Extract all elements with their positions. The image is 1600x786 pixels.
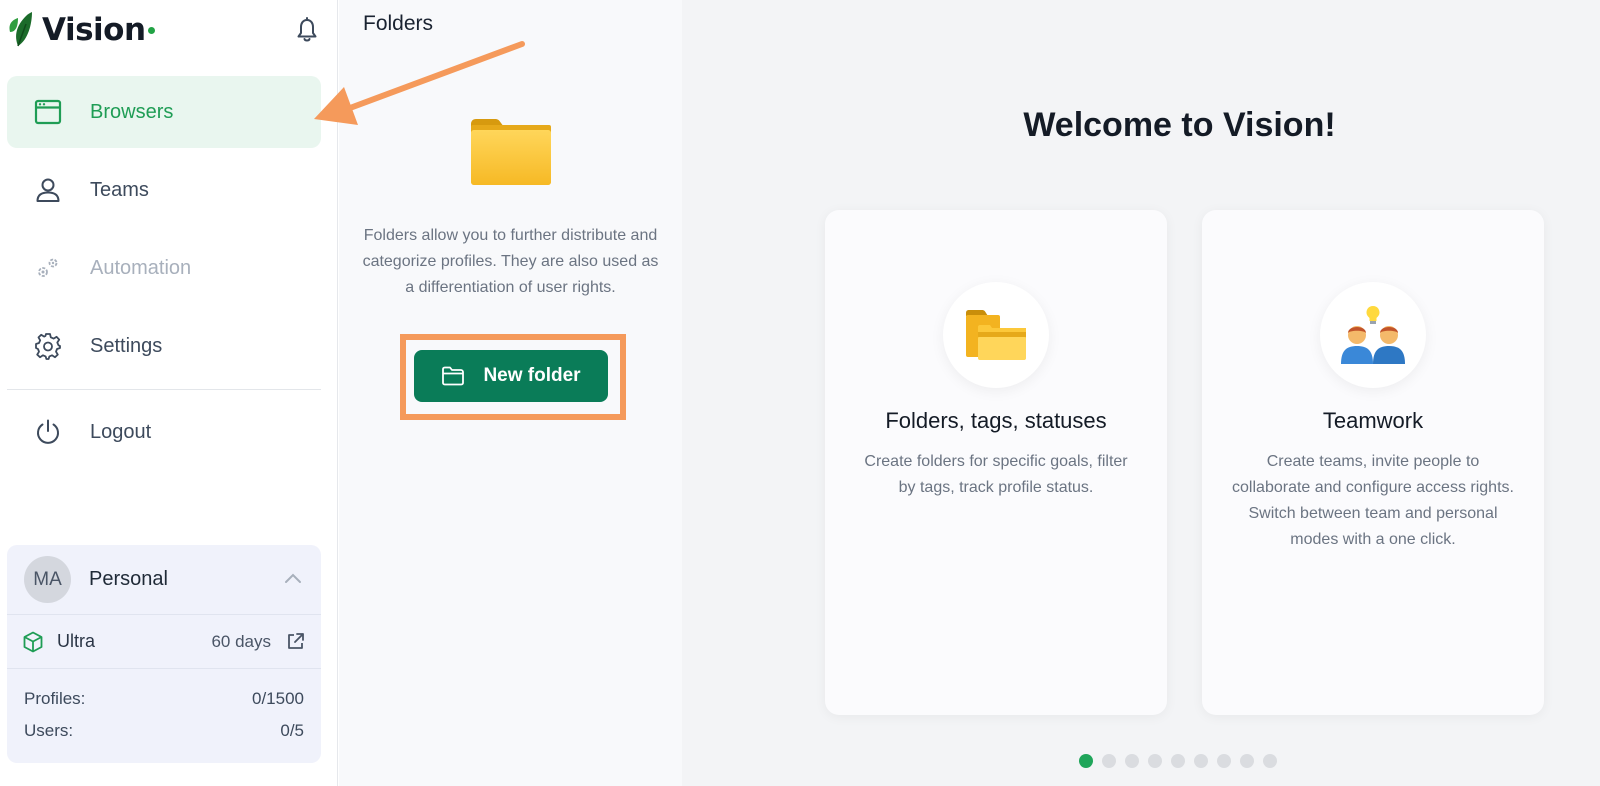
sidebar-item-label: Logout bbox=[90, 420, 152, 443]
carousel-dot[interactable] bbox=[1125, 754, 1139, 768]
sidebar-item-settings[interactable]: Settings bbox=[7, 310, 321, 382]
carousel-dot[interactable] bbox=[1171, 754, 1185, 768]
carousel-dot[interactable] bbox=[1079, 754, 1093, 768]
new-folder-label: New folder bbox=[483, 365, 581, 386]
plan-row: Ultra 60 days bbox=[7, 615, 321, 669]
card-title: Folders, tags, statuses bbox=[885, 408, 1107, 433]
card-icon-wrap bbox=[943, 282, 1049, 388]
avatar: MA bbox=[24, 556, 71, 603]
welcome-area: Welcome to Vision! Folders, tags, status… bbox=[682, 0, 1600, 786]
team-idea-icon bbox=[1341, 306, 1405, 364]
carousel-dot[interactable] bbox=[1194, 754, 1208, 768]
card-text: Create teams, invite people to collabora… bbox=[1232, 453, 1514, 548]
leaf-logo-icon bbox=[9, 12, 32, 47]
carousel-dot[interactable] bbox=[1148, 754, 1162, 768]
sidebar-item-automation[interactable]: Automation bbox=[7, 232, 321, 304]
plan-name: Ultra bbox=[57, 631, 96, 651]
cube-icon bbox=[23, 631, 43, 652]
sidebar-item-label: Browsers bbox=[90, 100, 174, 123]
sidebar-item-label: Automation bbox=[90, 256, 192, 279]
new-folder-button[interactable]: New folder bbox=[414, 350, 608, 402]
vision-logo[interactable]: Vision bbox=[6, 8, 155, 52]
carousel-dots bbox=[1079, 754, 1277, 768]
browser-window-icon bbox=[33, 97, 63, 127]
logo-text: Vision bbox=[42, 12, 146, 48]
account-panel: MA Personal Ultra 60 days Profiles: 0/15… bbox=[7, 545, 321, 763]
logo-dot bbox=[147, 26, 155, 34]
sidebar-item-teams[interactable]: Teams bbox=[7, 154, 321, 226]
plan-days: 60 days bbox=[211, 631, 271, 651]
profiles-row: Profiles: 0/1500 bbox=[7, 683, 321, 715]
carousel-dot[interactable] bbox=[1263, 754, 1277, 768]
external-link-icon[interactable] bbox=[286, 632, 305, 651]
sidebar-item-label: Teams bbox=[90, 178, 149, 201]
user-icon bbox=[33, 175, 63, 205]
profiles-label: Profiles: bbox=[24, 689, 86, 708]
bell-icon[interactable] bbox=[296, 17, 318, 43]
power-icon bbox=[33, 417, 63, 447]
carousel-dot[interactable] bbox=[1217, 754, 1231, 768]
sidebar-item-browsers[interactable]: Browsers bbox=[7, 76, 321, 148]
folder-icon bbox=[966, 310, 1026, 360]
account-header[interactable]: MA Personal bbox=[7, 545, 321, 615]
sidebar-item-logout[interactable]: Logout bbox=[7, 396, 321, 468]
profiles-value: 0/1500 bbox=[252, 689, 304, 708]
gear-icon bbox=[33, 331, 63, 361]
feature-card-folders: Folders, tags, statuses Create folders f… bbox=[825, 210, 1167, 715]
welcome-title: Welcome to Vision! bbox=[1023, 106, 1336, 144]
folder-outline-icon bbox=[442, 366, 465, 386]
feature-card-teamwork: Teamwork Create teams, invite people to … bbox=[1202, 210, 1544, 715]
users-value: 0/5 bbox=[280, 721, 304, 740]
folders-title: Folders bbox=[363, 12, 434, 35]
gears-icon bbox=[33, 253, 63, 283]
folders-panel: Folders Folders allow you to further dis… bbox=[339, 0, 682, 786]
carousel-dot[interactable] bbox=[1240, 754, 1254, 768]
carousel-dot[interactable] bbox=[1102, 754, 1116, 768]
users-label: Users: bbox=[24, 721, 74, 740]
chevron-up-icon[interactable] bbox=[283, 571, 303, 585]
sidebar-divider bbox=[7, 389, 321, 390]
sidebar: Vision Browsers Teams Automation Setting… bbox=[0, 0, 338, 786]
card-title: Teamwork bbox=[1322, 408, 1424, 433]
folders-description: Folders allow you to further distribute … bbox=[362, 227, 659, 296]
account-name: Personal bbox=[89, 568, 168, 590]
sidebar-item-label: Settings bbox=[90, 334, 163, 357]
folder-icon bbox=[471, 119, 551, 185]
card-icon-wrap bbox=[1320, 282, 1426, 388]
users-row: Users: 0/5 bbox=[7, 715, 321, 747]
card-text: Create folders for specific goals, filte… bbox=[864, 453, 1128, 496]
